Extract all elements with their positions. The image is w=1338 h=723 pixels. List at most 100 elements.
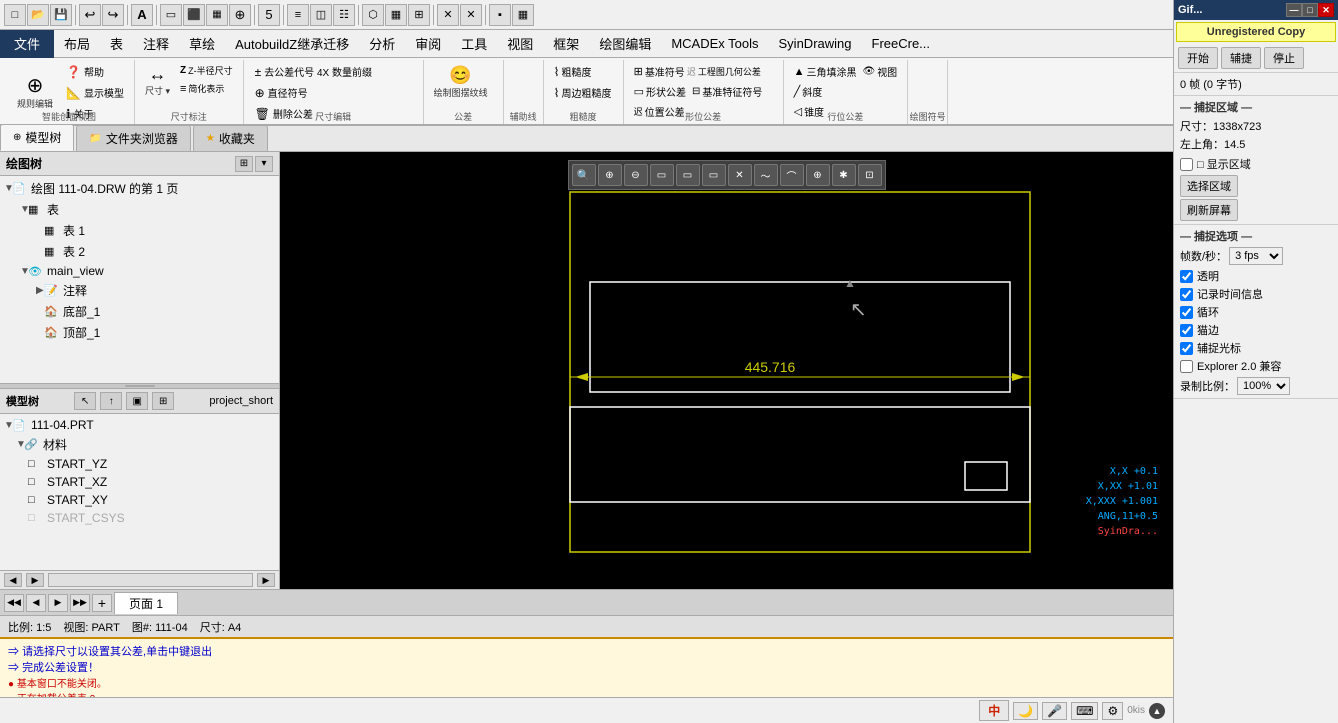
ribbon-btn-help[interactable]: ❓帮助 — [62, 62, 128, 81]
list-item[interactable]: ▼ 🔗 材料 — [0, 434, 279, 455]
model-tree-btn-4[interactable]: ⊞ — [152, 392, 174, 410]
ribbon-btn-taper[interactable]: ╱斜度 — [790, 82, 902, 101]
ribbon-btn-perimeter-roughness[interactable]: ⌇周边粗糙度 — [550, 83, 616, 102]
canvas-btn-zoom-in[interactable]: 🔍 — [572, 164, 596, 186]
page-nav-next[interactable]: ▶ — [48, 594, 68, 612]
tb-open[interactable]: 📂 — [27, 4, 49, 26]
scroll-left[interactable]: ◀ — [4, 573, 22, 587]
ribbon-btn-form-tol[interactable]: ▭形状公差⊟基准特征符号 — [630, 82, 767, 101]
tb-5[interactable]: 5 — [258, 4, 280, 26]
ribbon-btn-remove-tol-code[interactable]: ±去公差代号 4X 数量前缀 — [250, 62, 377, 81]
refresh-screen-btn[interactable]: 刷新屏幕 — [1180, 199, 1238, 221]
ime-settings-btn[interactable]: ⚙ — [1102, 702, 1123, 720]
gif-stop-btn[interactable]: 停止 — [1264, 47, 1304, 69]
canvas-btn-square[interactable]: ⊡ — [858, 164, 882, 186]
list-item[interactable]: 🏠 顶部_1 — [0, 322, 279, 343]
ribbon-btn-simplify[interactable]: ≡简化表示 — [176, 80, 237, 97]
menu-drawing-edit[interactable]: 绘图编辑 — [589, 30, 661, 58]
ime-mic-btn[interactable]: 🎤 — [1042, 702, 1067, 720]
ribbon-btn-diameter[interactable]: ⊕直径符号 — [250, 83, 377, 102]
model-tree-btn-2[interactable]: ↑ — [100, 392, 122, 410]
fps-select[interactable]: 3 fps 5 fps 10 fps — [1229, 247, 1283, 265]
canvas-btn-view1[interactable]: ▭ — [650, 164, 674, 186]
page-add-btn[interactable]: + — [92, 594, 112, 612]
record-ratio-select[interactable]: 100% 75% 50% — [1237, 377, 1290, 395]
list-item[interactable]: ▦ 表 1 — [0, 220, 279, 241]
tb-hex[interactable]: ⬡ — [362, 4, 384, 26]
list-item[interactable]: ▦ 表 2 — [0, 241, 279, 262]
ribbon-btn-z-radius[interactable]: ZZ-半径尺寸 — [176, 62, 237, 79]
tab-favorites[interactable]: ★收藏夹 — [193, 125, 268, 151]
gif-capture-btn[interactable]: 辅捷 — [1221, 47, 1261, 69]
model-tree-btn-1[interactable]: ↖ — [74, 392, 96, 410]
scroll-right2[interactable]: ▶ — [257, 573, 275, 587]
ribbon-btn-roughness[interactable]: ⌇粗糙度 — [550, 62, 616, 81]
menu-autobuildz[interactable]: AutobuildZ继承迁移 — [225, 30, 359, 58]
menu-sketch[interactable]: 草绘 — [179, 30, 225, 58]
menu-review[interactable]: 审阅 — [405, 30, 451, 58]
list-item[interactable]: □ START_CSYS — [0, 509, 279, 527]
ime-input-indicator[interactable]: 中 — [979, 700, 1009, 721]
list-item[interactable]: □ START_XZ — [0, 473, 279, 491]
ribbon-btn-draw-texture[interactable]: 😊 绘制图摆纹线 — [430, 62, 492, 102]
menu-view[interactable]: 视图 — [497, 30, 543, 58]
list-item[interactable]: □ START_YZ — [0, 455, 279, 473]
ribbon-btn-dimension[interactable]: ↔ 尺寸 ▾ — [141, 62, 174, 100]
tb-layer[interactable]: ≡ — [287, 4, 309, 26]
tb-hatch[interactable]: ▦ — [206, 4, 228, 26]
list-item[interactable]: ▼ 📄 绘图 111-04.DRW 的第 1 页 — [0, 178, 279, 199]
sidebar-menu-btn[interactable]: ▾ — [255, 156, 273, 172]
list-item[interactable]: □ START_XY — [0, 491, 279, 509]
tb-close1[interactable]: ✕ — [437, 4, 459, 26]
canvas-btn-star[interactable]: ✱ — [832, 164, 856, 186]
menu-file[interactable]: 文件 — [0, 30, 54, 58]
menu-table[interactable]: 表 — [100, 30, 133, 58]
display-area-check[interactable] — [1180, 158, 1193, 171]
tb-close2[interactable]: ✕ — [460, 4, 482, 26]
menu-syindrawing[interactable]: SyinDrawing — [769, 30, 862, 58]
tb-grid[interactable]: ☷ — [333, 4, 355, 26]
ribbon-btn-show-model[interactable]: 📐显示模型 — [62, 83, 128, 102]
tb-small[interactable]: ▪ — [489, 4, 511, 26]
explorer-check[interactable] — [1180, 360, 1193, 373]
tb-save[interactable]: 💾 — [50, 4, 72, 26]
menu-tools[interactable]: 工具 — [451, 30, 497, 58]
tb-text[interactable]: A — [131, 4, 153, 26]
page-nav-first[interactable]: ◀◀ — [4, 594, 24, 612]
canvas-btn-arc[interactable]: ⌒ — [780, 164, 804, 186]
ribbon-btn-triangle-fill[interactable]: ▲三角填涂黑👁视图 — [790, 62, 902, 81]
tb-new[interactable]: □ — [4, 4, 26, 26]
gif-start-btn[interactable]: 开始 — [1178, 47, 1218, 69]
list-item[interactable]: ▼ ▦ 表 — [0, 199, 279, 220]
menu-layout[interactable]: 布局 — [54, 30, 100, 58]
canvas-btn-view2[interactable]: ▭ — [676, 164, 700, 186]
sidebar-expand-btn[interactable]: ⊞ — [235, 156, 253, 172]
canvas-btn-dot[interactable]: ⊕ — [806, 164, 830, 186]
canvas-btn-view3[interactable]: ▭ — [702, 164, 726, 186]
transparent-check[interactable] — [1180, 270, 1193, 283]
ribbon-btn-datum[interactable]: ⊞基准符号迟工程图几何公差 — [630, 62, 767, 81]
right-panel-close[interactable]: ✕ — [1318, 3, 1334, 17]
page-nav-prev[interactable]: ◀ — [26, 594, 46, 612]
right-panel-restore[interactable]: □ — [1302, 3, 1318, 17]
canvas-btn-wave[interactable]: 〜 — [754, 164, 778, 186]
menu-frame[interactable]: 框架 — [543, 30, 589, 58]
cursor-check[interactable] — [1180, 342, 1193, 355]
canvas-btn-cross[interactable]: ✕ — [728, 164, 752, 186]
menu-mcadex[interactable]: MCADEx Tools — [661, 30, 768, 58]
page-nav-last[interactable]: ▶▶ — [70, 594, 90, 612]
tb-mirror[interactable]: ◫ — [310, 4, 332, 26]
canvas-btn-zoom-minus[interactable]: ⊖ — [624, 164, 648, 186]
tb-fill[interactable]: ⬛ — [183, 4, 205, 26]
list-item[interactable]: 🏠 底部_1 — [0, 301, 279, 322]
tab-model-tree[interactable]: ⊕模型树 — [0, 124, 74, 151]
tb-undo[interactable]: ↩ — [79, 4, 101, 26]
right-panel-minimize[interactable]: — — [1286, 3, 1302, 17]
loop-check[interactable] — [1180, 306, 1193, 319]
list-item[interactable]: ▼ 📄 111-04.PRT — [0, 416, 279, 434]
record-time-check[interactable] — [1180, 288, 1193, 301]
tb-rect[interactable]: ▭ — [160, 4, 182, 26]
ribbon-btn-rule-edit[interactable]: ⊕ 规则编辑 — [10, 73, 60, 113]
menu-annotation[interactable]: 注释 — [133, 30, 179, 58]
edge-check[interactable] — [1180, 324, 1193, 337]
